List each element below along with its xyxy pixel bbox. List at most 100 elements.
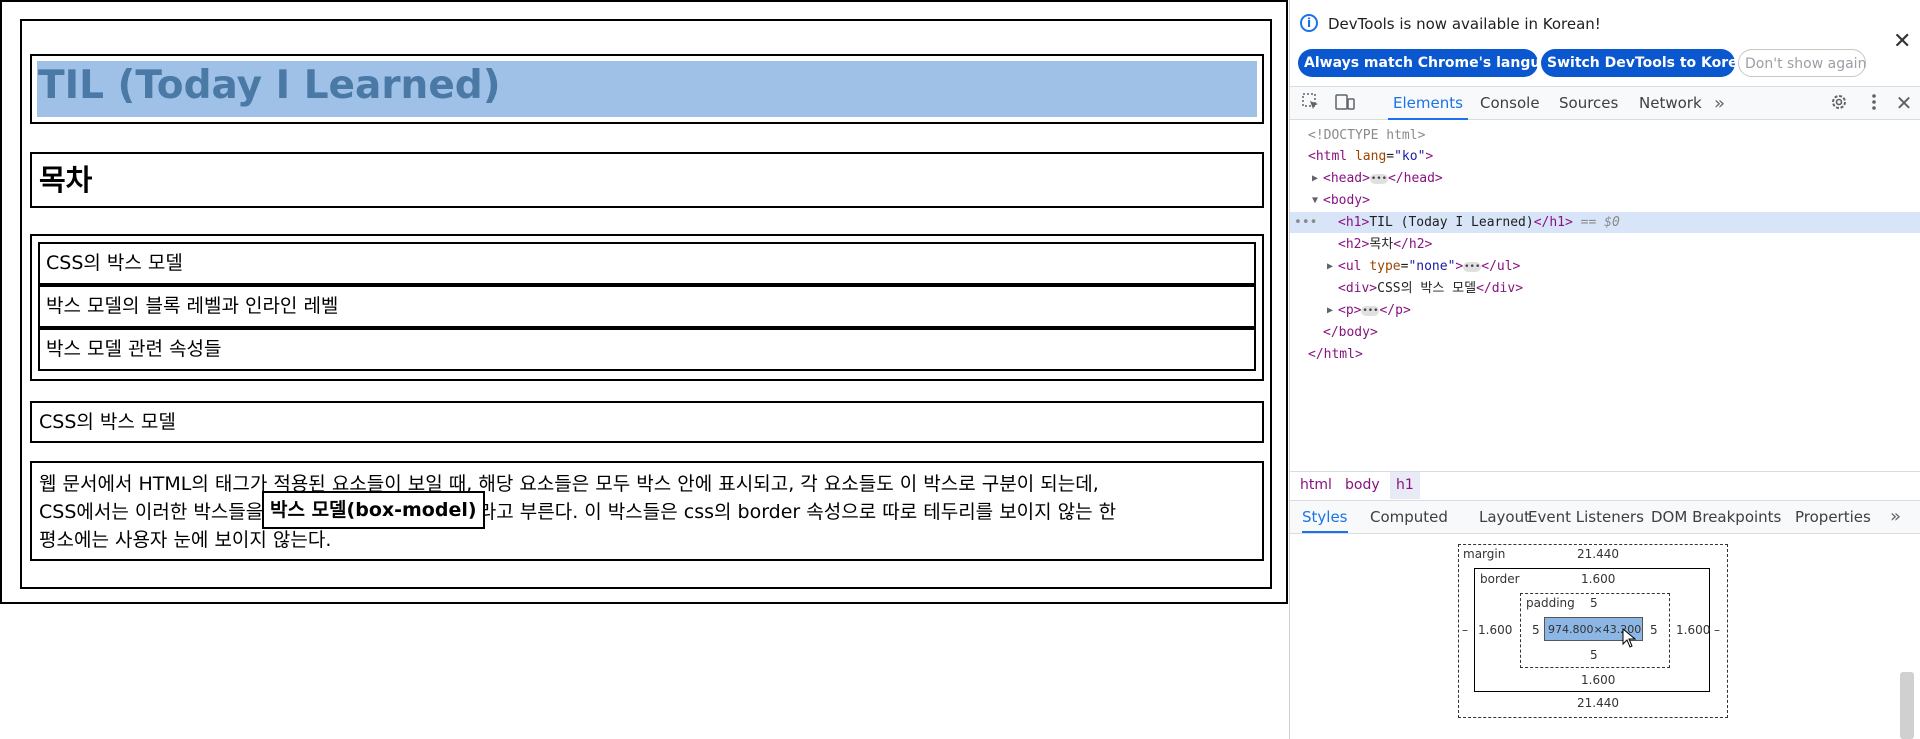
- more-tabs-icon[interactable]: »: [1714, 87, 1725, 120]
- ellipsis-icon[interactable]: •••: [1369, 173, 1388, 184]
- attr-text: type: [1369, 259, 1401, 274]
- ellipsis-icon[interactable]: •••: [1361, 305, 1380, 316]
- section-div: CSS의 박스 모델: [30, 401, 1264, 443]
- dom-node-ul[interactable]: ▶ <ul type="none">•••</ul>: [1290, 256, 1920, 277]
- dom-node-h1-selected[interactable]: ••• <h1>TIL (Today I Learned)</h1> == $0: [1290, 212, 1920, 233]
- tag-text: <body>: [1323, 193, 1370, 208]
- padding-right-value[interactable]: 5: [1650, 623, 1658, 637]
- border-label: border: [1480, 572, 1520, 586]
- padding-top-value[interactable]: 5: [1590, 596, 1598, 610]
- tab-styles[interactable]: Styles: [1302, 501, 1348, 533]
- margin-bottom-value[interactable]: 21.440: [1577, 696, 1619, 710]
- breadcrumb: html body h1: [1290, 471, 1920, 499]
- dom-node-p[interactable]: ▶ <p>•••</p>: [1290, 300, 1920, 321]
- border-bottom-value[interactable]: 1.600: [1581, 673, 1615, 687]
- margin-label: margin: [1463, 547, 1506, 561]
- border-top-value[interactable]: 1.600: [1581, 572, 1615, 586]
- kebab-menu-icon[interactable]: [1863, 93, 1885, 113]
- attr-value: "ko": [1394, 149, 1426, 164]
- match-language-button[interactable]: Always match Chrome's language: [1298, 49, 1569, 77]
- dom-node-div[interactable]: <div>CSS의 박스 모델</div>: [1290, 278, 1920, 299]
- border-left-value[interactable]: 1.600: [1478, 623, 1512, 637]
- collapse-triangle-icon[interactable]: ▼: [1312, 190, 1318, 211]
- tag-text: <h2>: [1338, 237, 1370, 252]
- switch-language-button[interactable]: Switch DevTools to Korean: [1541, 49, 1757, 77]
- h1-box[interactable]: TIL (Today I Learned): [30, 54, 1264, 124]
- list-item: 박스 모델의 블록 레벨과 인라인 레벨: [38, 285, 1256, 328]
- dom-node-html-close[interactable]: </html>: [1290, 344, 1920, 365]
- styles-scrollbar[interactable]: [1900, 672, 1914, 739]
- attr-value: "none": [1408, 259, 1456, 274]
- tag-text: <ul: [1338, 259, 1362, 274]
- toc-list: CSS의 박스 모델 박스 모델의 블록 레벨과 인라인 레벨 박스 모델 관련…: [30, 234, 1264, 381]
- paragraph-line: 평소에는 사용자 눈에 보이지 않는다.: [39, 529, 332, 551]
- tag-text: </p>: [1379, 303, 1411, 318]
- paragraph-text: CSS에서는 이러한 박스들을: [39, 501, 264, 523]
- close-icon[interactable]: ✕: [1893, 31, 1911, 53]
- dom-node-html[interactable]: <html lang="ko">: [1290, 146, 1920, 167]
- device-toolbar-icon[interactable]: [1334, 93, 1356, 113]
- padding-left-value[interactable]: 5: [1532, 623, 1540, 637]
- rendered-page: TIL (Today I Learned) 목차 CSS의 박스 모델 박스 모…: [0, 0, 1288, 604]
- tab-dom-breakpoints[interactable]: DOM Breakpoints: [1651, 501, 1781, 533]
- dom-node-h2[interactable]: <h2>목차</h2>: [1290, 234, 1920, 255]
- tag-text: </head>: [1387, 171, 1443, 186]
- dots-icon[interactable]: •••: [1294, 212, 1317, 233]
- margin-left-value[interactable]: –: [1462, 623, 1468, 637]
- language-infobar: i DevTools is now available in Korean! ✕…: [1290, 0, 1920, 84]
- dom-tree: <!DOCTYPE html> <html lang="ko"> ▶ <head>…: [1290, 125, 1920, 465]
- expand-triangle-icon[interactable]: ▶: [1327, 256, 1333, 277]
- devtools-toolbar: Elements Console Sources Network » ✕: [1290, 86, 1920, 120]
- dom-node-body-close[interactable]: </body>: [1290, 322, 1920, 343]
- page-title: TIL (Today I Learned): [38, 63, 501, 108]
- box-model-diagram: margin 21.440 21.440 – – border 1.600 1.…: [1290, 536, 1920, 739]
- expand-triangle-icon[interactable]: ▶: [1312, 168, 1318, 189]
- border-right-value[interactable]: 1.600: [1676, 623, 1710, 637]
- dom-node-head[interactable]: ▶ <head>•••</head>: [1290, 168, 1920, 189]
- expand-triangle-icon[interactable]: ▶: [1327, 300, 1333, 321]
- dom-node-doctype[interactable]: <!DOCTYPE html>: [1290, 125, 1920, 146]
- margin-top-value[interactable]: 21.440: [1577, 547, 1619, 561]
- tab-console[interactable]: Console: [1480, 87, 1540, 120]
- gear-icon[interactable]: [1828, 93, 1850, 113]
- list-item: 박스 모델 관련 속성들: [38, 328, 1256, 371]
- list-item: CSS의 박스 모델: [38, 242, 1256, 285]
- paragraph-line: CSS에서는 이러한 박스들을 이라고 부른다. 이 박스들은 css의 bord…: [39, 498, 1116, 526]
- padding-bottom-value[interactable]: 5: [1590, 648, 1598, 662]
- attr-text: lang: [1354, 149, 1387, 164]
- node-text: TIL (Today I Learned): [1369, 215, 1534, 230]
- tab-layout[interactable]: Layout: [1479, 501, 1530, 533]
- ellipsis-icon[interactable]: •••: [1463, 261, 1482, 272]
- dom-node-body[interactable]: ▼ <body>: [1290, 190, 1920, 211]
- infobar-message: DevTools is now available in Korean!: [1328, 15, 1601, 33]
- selected-marker: == $0: [1580, 215, 1620, 230]
- tag-text: </h2>: [1393, 237, 1433, 252]
- node-text: 목차: [1369, 237, 1394, 252]
- tab-properties[interactable]: Properties: [1795, 501, 1871, 533]
- mouse-cursor-icon: [1622, 627, 1637, 651]
- margin-right-value[interactable]: –: [1714, 623, 1720, 637]
- paragraph-box: 웹 문서에서 HTML의 태그가 적용된 요소들이 보일 때, 해당 요소들은 …: [30, 461, 1264, 561]
- styles-subtabs: Styles Computed Layout Event Listeners D…: [1290, 500, 1920, 534]
- breadcrumb-body[interactable]: body: [1339, 472, 1386, 499]
- devtools-panel: i DevTools is now available in Korean! ✕…: [1289, 0, 1920, 739]
- box-model-term: 박스 모델(box-model): [262, 491, 485, 529]
- info-icon: i: [1300, 14, 1318, 32]
- breadcrumb-html[interactable]: html: [1294, 472, 1338, 499]
- tab-elements[interactable]: Elements: [1388, 87, 1468, 120]
- close-devtools-icon[interactable]: ✕: [1893, 93, 1915, 113]
- tab-computed[interactable]: Computed: [1370, 501, 1448, 533]
- tab-event-listeners[interactable]: Event Listeners: [1528, 501, 1644, 533]
- tag-text: <html: [1308, 149, 1348, 164]
- tag-text: <h1>: [1338, 215, 1370, 230]
- tag-text: </h1>: [1533, 215, 1573, 230]
- body-box: TIL (Today I Learned) 목차 CSS의 박스 모델 박스 모…: [20, 19, 1272, 589]
- tag-text: </html>: [1308, 347, 1363, 362]
- tab-network[interactable]: Network: [1639, 87, 1702, 120]
- more-subtabs-icon[interactable]: »: [1890, 501, 1901, 533]
- dont-show-again-button[interactable]: Don't show again: [1738, 49, 1866, 77]
- tab-sources[interactable]: Sources: [1559, 87, 1618, 120]
- toc-heading: 목차: [39, 163, 93, 197]
- breadcrumb-h1[interactable]: h1: [1390, 472, 1420, 499]
- inspect-element-icon[interactable]: [1300, 93, 1322, 113]
